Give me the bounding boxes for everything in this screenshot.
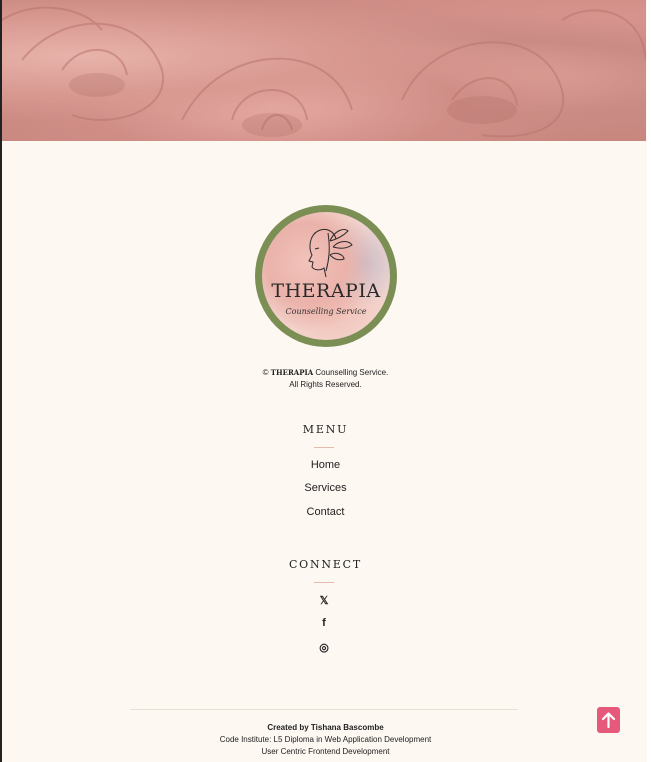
- footer-separator: [130, 709, 518, 710]
- menu-heading: MENU: [302, 423, 349, 436]
- rights-reserved: All Rights Reserved.: [289, 380, 362, 389]
- credit-line-2: User Centric Frontend Development: [261, 747, 390, 756]
- facebook-icon[interactable]: f: [316, 617, 332, 631]
- therapia-logo[interactable]: THERAPIA Counselling Service: [255, 205, 397, 347]
- rose-petals-illustration: [2, 6, 646, 138]
- logo-title: THERAPIA: [271, 280, 381, 302]
- footer-link-contact[interactable]: Contact: [0, 506, 651, 518]
- arrow-up-icon: [601, 712, 616, 729]
- copyright-symbol: ©: [262, 368, 269, 377]
- back-to-top-button[interactable]: [597, 707, 620, 733]
- footer-link-home[interactable]: Home: [0, 459, 651, 471]
- instagram-icon[interactable]: ◎: [316, 641, 332, 655]
- copyright-brand: THERAPIA: [270, 368, 314, 377]
- logo-subtitle: Counselling Service: [285, 307, 367, 316]
- copyright-text: Counselling Service.: [315, 368, 389, 377]
- menu-divider: [314, 447, 334, 448]
- copyright-notice: © THERAPIA Counselling Service. All Righ…: [0, 367, 651, 391]
- face-leaf-icon: [308, 228, 353, 278]
- credit-title: Created by Tishana Bascombe: [267, 723, 384, 732]
- credit-line-1: Code Institute: L5 Diploma in Web Applic…: [219, 735, 432, 744]
- hero-roses-image: [2, 0, 646, 141]
- connect-divider: [314, 582, 334, 583]
- footer-link-services[interactable]: Services: [0, 482, 651, 494]
- connect-heading: CONNECT: [288, 558, 363, 571]
- x-twitter-icon[interactable]: 𝕏: [316, 594, 332, 608]
